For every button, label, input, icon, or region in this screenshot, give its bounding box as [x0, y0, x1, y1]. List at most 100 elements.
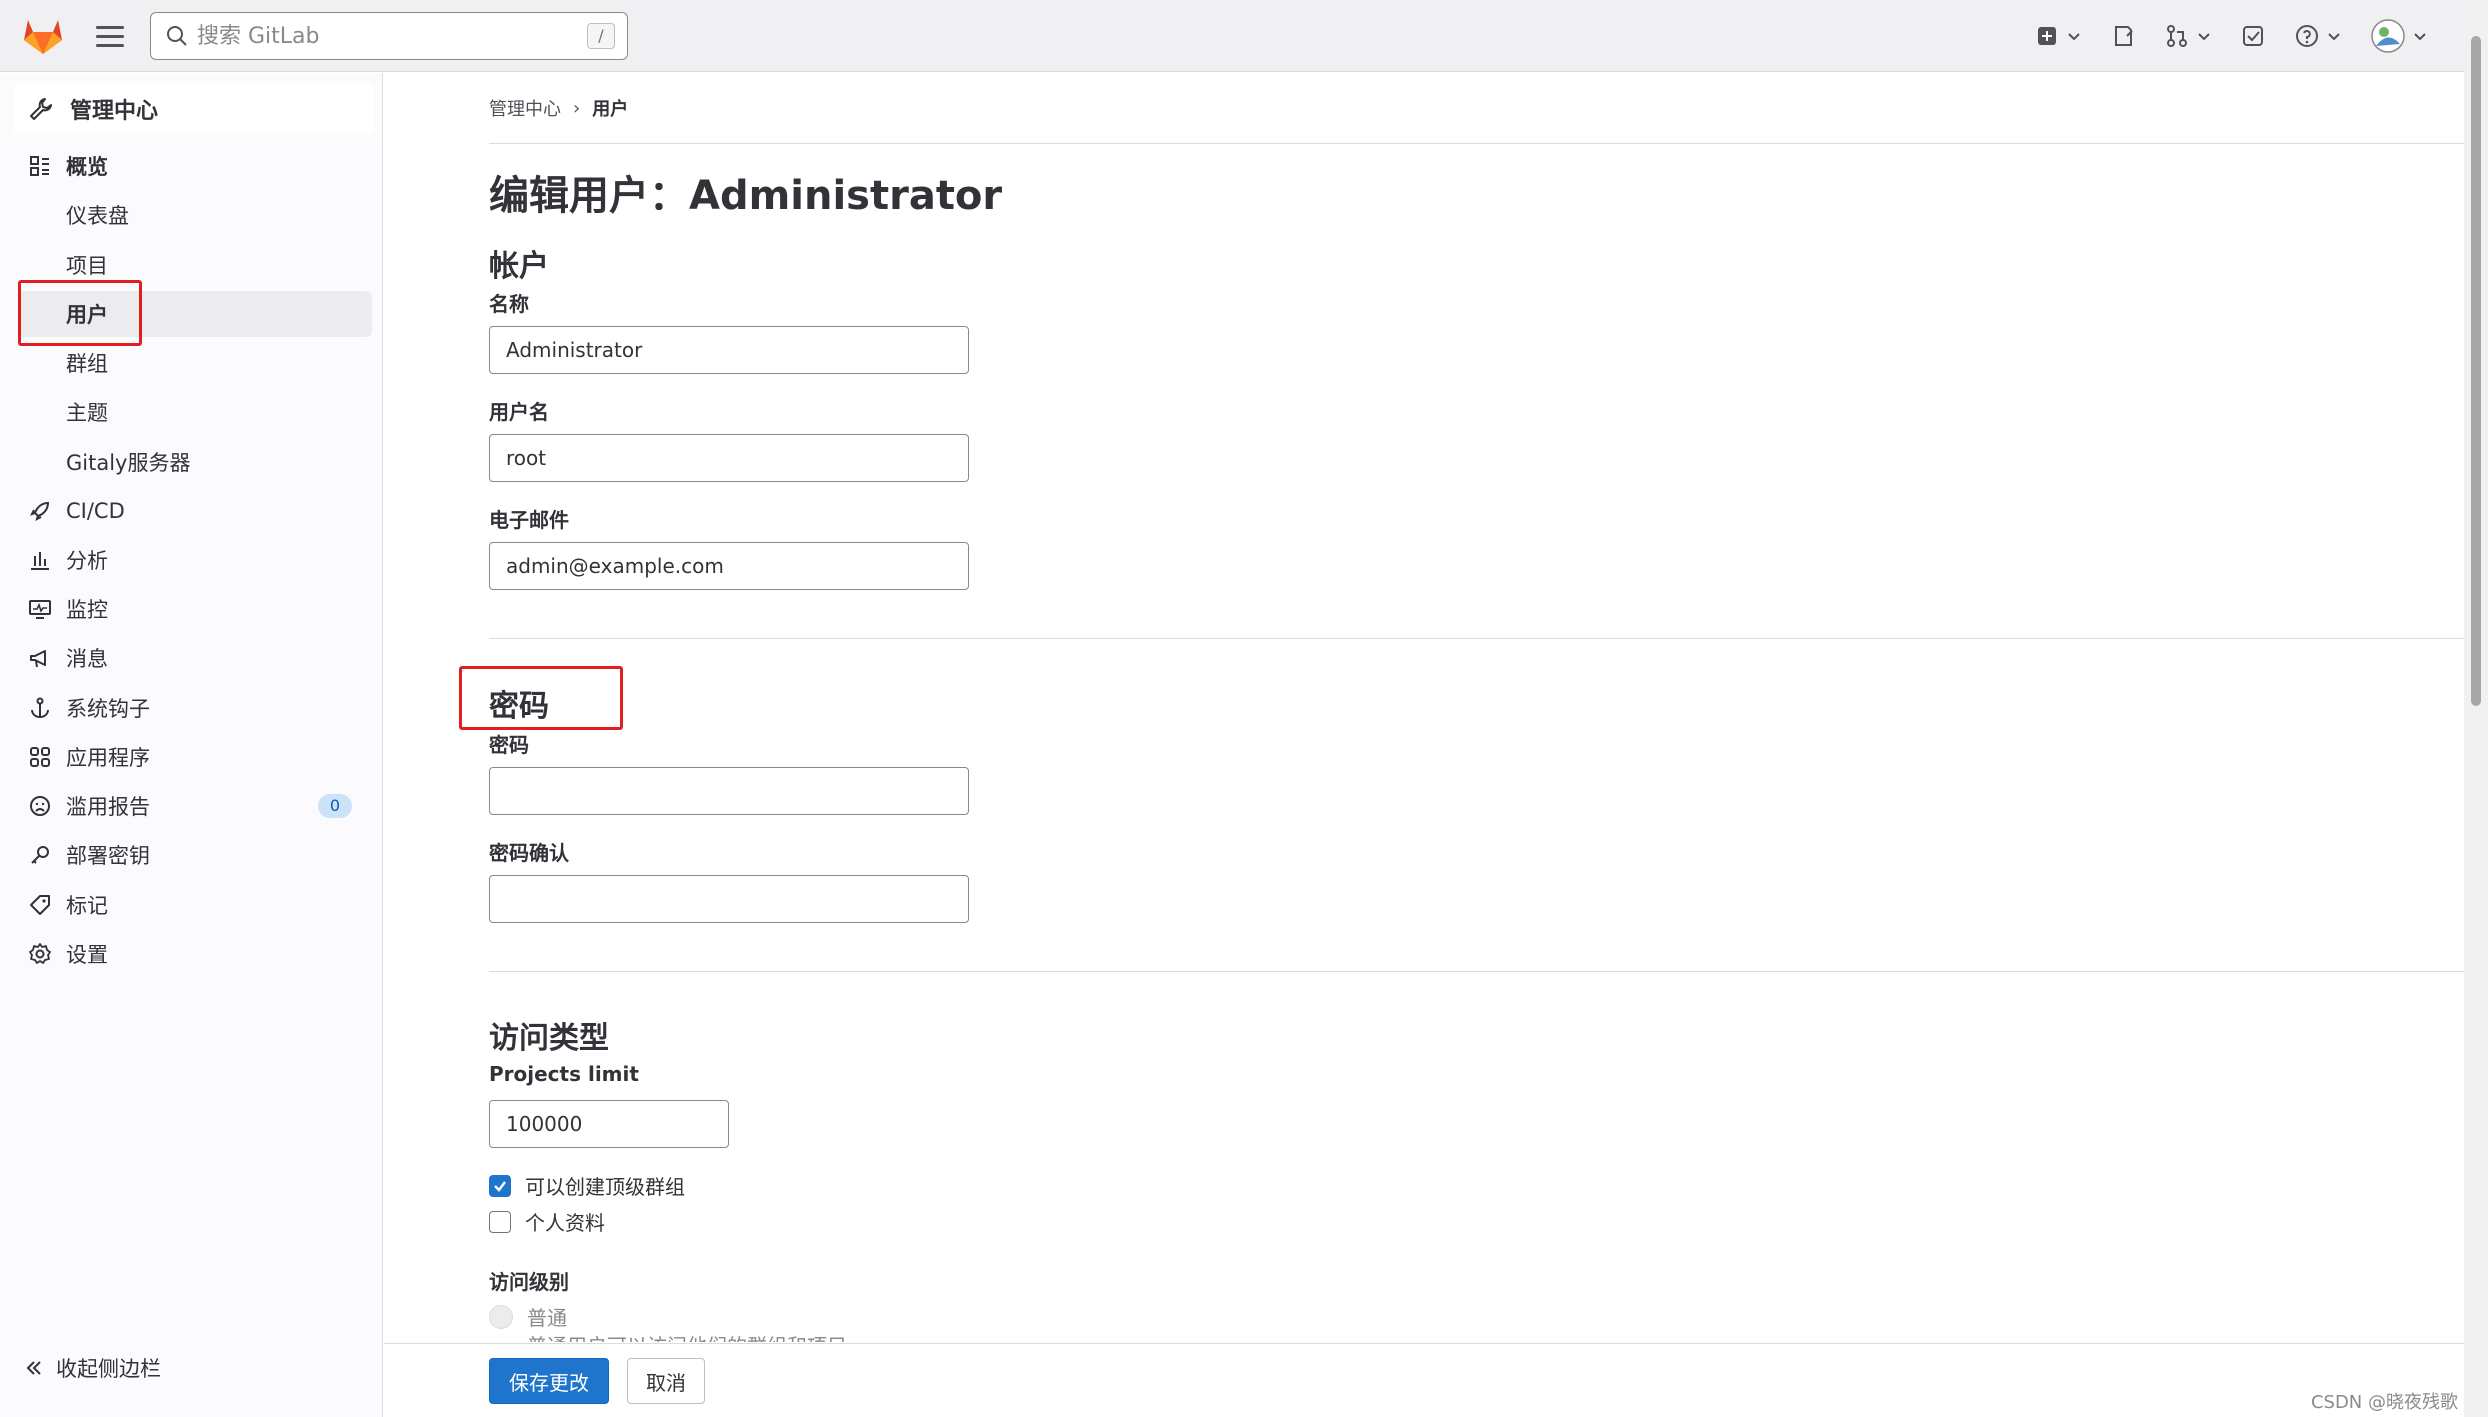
sidebar-item-users[interactable]: 用户: [18, 291, 372, 337]
issues-button[interactable]: [2110, 23, 2136, 49]
sidebar-item-gitaly-servers[interactable]: Gitaly服务器: [18, 439, 372, 485]
password-confirm-label: 密码确认: [489, 841, 569, 865]
gitlab-logo-icon[interactable]: [22, 16, 64, 56]
sidebar-item-label: 分析: [66, 549, 108, 573]
sidebar-item-label: 监控: [66, 598, 108, 622]
breadcrumb-current[interactable]: 用户: [592, 95, 628, 121]
sidebar-item-monitoring[interactable]: 监控: [18, 586, 372, 632]
todo-checkbox-icon: [2243, 26, 2263, 46]
checkmark-icon: [494, 1180, 506, 1192]
avatar: [2371, 19, 2405, 53]
overview-grid-icon: [30, 156, 49, 176]
sidebar-item-messages[interactable]: 消息: [18, 635, 372, 681]
sidebar-item-labels[interactable]: 标记: [18, 882, 372, 928]
divider: [489, 143, 2464, 144]
projects-limit-input[interactable]: [489, 1100, 729, 1148]
key-icon: [31, 846, 49, 864]
sidebar-item-settings[interactable]: 设置: [18, 931, 372, 977]
sidebar-item-cicd[interactable]: CI/CD: [18, 488, 372, 534]
plus-square-icon: [2038, 27, 2056, 45]
sidebar-item-label: 概览: [66, 155, 108, 179]
password-input[interactable]: [489, 767, 969, 815]
tag-icon: [30, 895, 50, 915]
rocket-icon: [30, 501, 50, 521]
username-input[interactable]: [489, 434, 969, 482]
chevron-down-icon: [2414, 33, 2426, 41]
abuse-reports-count-badge: 0: [318, 794, 352, 818]
sidebar-item-system-hooks[interactable]: 系统钩子: [18, 685, 372, 731]
email-input[interactable]: [489, 542, 969, 590]
hamburger-menu-icon[interactable]: [92, 18, 128, 54]
sidebar-item-abuse-reports[interactable]: 滥用报告 0: [18, 783, 372, 829]
name-label: 名称: [489, 292, 529, 316]
breadcrumb-admin-link[interactable]: 管理中心: [489, 95, 561, 121]
wrench-icon: [30, 98, 52, 120]
user-menu-button[interactable]: [2370, 18, 2428, 54]
sidebar-item-applications[interactable]: 应用程序: [18, 734, 372, 780]
username-label: 用户名: [489, 400, 549, 424]
todos-button[interactable]: [2240, 23, 2266, 49]
sidebar-item-dashboard[interactable]: 仪表盘: [18, 192, 372, 238]
issues-icon: [2115, 26, 2133, 46]
sidebar-item-deploy-keys[interactable]: 部署密钥: [18, 832, 372, 878]
access-level-regular-desc-clip: 普通用户可以访问他们的群组和项目: [489, 1330, 1089, 1342]
divider: [489, 971, 2464, 972]
email-label: 电子邮件: [489, 508, 569, 532]
page-title: 编辑用户：Administrator: [489, 173, 1003, 219]
breadcrumb: 管理中心 › 用户: [489, 95, 628, 121]
chevron-down-icon: [2328, 33, 2340, 41]
can-create-group-row: 可以创建顶级群组: [489, 1171, 685, 1200]
sidebar-item-overview[interactable]: 概览: [18, 143, 372, 189]
private-profile-label[interactable]: 个人资料: [525, 1207, 605, 1236]
page-scrollbar[interactable]: [2464, 0, 2488, 1417]
anchor-icon: [31, 697, 49, 718]
search-shortcut-key: /: [587, 23, 615, 49]
access-level-regular-radio[interactable]: [489, 1304, 513, 1329]
sidebar-item-projects[interactable]: 项目: [18, 242, 372, 288]
sidebar-item-label: 系统钩子: [66, 697, 150, 721]
search-box[interactable]: /: [150, 12, 628, 60]
top-bar: /: [0, 0, 2488, 72]
help-question-icon: [2296, 25, 2318, 47]
search-input[interactable]: [197, 23, 577, 49]
applications-grid-icon: [30, 747, 50, 767]
password-confirm-input[interactable]: [489, 875, 969, 923]
chevron-down-icon: [2198, 33, 2210, 41]
chart-bars-icon: [31, 552, 49, 570]
sidebar-item-topics[interactable]: 主题: [18, 389, 372, 435]
account-section-title: 帐户: [489, 249, 549, 284]
help-button[interactable]: [2294, 23, 2342, 49]
merge-requests-button[interactable]: [2164, 23, 2212, 49]
cancel-button[interactable]: 取消: [627, 1358, 705, 1404]
scrollbar-thumb[interactable]: [2471, 36, 2481, 706]
sidebar-item-label: 滥用报告: [66, 795, 150, 819]
can-create-group-checkbox[interactable]: [489, 1174, 511, 1197]
can-create-group-label[interactable]: 可以创建顶级群组: [525, 1171, 685, 1200]
projects-limit-label: Projects limit: [489, 1062, 639, 1086]
sidebar-item-label: 部署密钥: [66, 844, 150, 868]
main-content: 管理中心 › 用户 编辑用户：Administrator 帐户 名称 用户名 电…: [384, 73, 2464, 1417]
chevron-down-icon: [2068, 33, 2080, 41]
breadcrumb-separator: ›: [573, 97, 581, 119]
divider: [489, 638, 2464, 639]
sidebar-header-label: 管理中心: [70, 99, 159, 124]
watermark: CSDN @晓夜残歌: [2310, 1392, 2458, 1413]
sidebar-item-label: 应用程序: [66, 746, 150, 770]
private-profile-checkbox[interactable]: [489, 1210, 511, 1233]
create-new-button[interactable]: [2034, 23, 2082, 49]
double-chevron-left-icon: [26, 1361, 41, 1375]
sidebar-item-label: 消息: [66, 647, 108, 671]
password-label: 密码: [489, 733, 529, 757]
sidebar-item-analytics[interactable]: 分析: [18, 537, 372, 583]
access-level-regular-label[interactable]: 普通: [527, 1302, 567, 1331]
access-level-regular-desc: 普通用户可以访问他们的群组和项目: [527, 1330, 847, 1342]
save-changes-button[interactable]: 保存更改: [489, 1358, 609, 1404]
megaphone-icon: [30, 650, 46, 668]
sidebar-header-admin[interactable]: 管理中心: [14, 83, 374, 135]
gear-icon: [29, 943, 51, 964]
access-level-label: 访问级别: [489, 1270, 569, 1294]
merge-request-icon: [2167, 25, 2187, 47]
collapse-sidebar-button[interactable]: 收起侧边栏: [24, 1353, 161, 1383]
name-input[interactable]: [489, 326, 969, 374]
sidebar-item-groups[interactable]: 群组: [18, 340, 372, 386]
